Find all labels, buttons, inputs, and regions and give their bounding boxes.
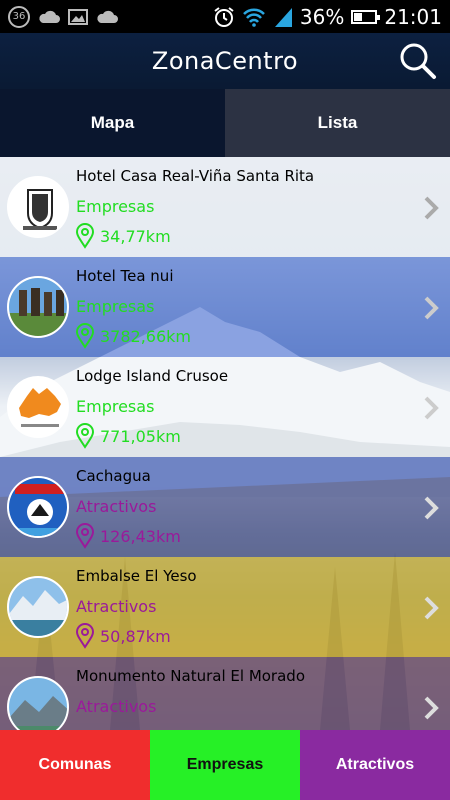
item-category: Empresas [76, 197, 155, 216]
chevron-right-icon [424, 696, 439, 720]
status-bar: 36 36% 21:01 [0, 0, 450, 33]
item-category: Atractivos [76, 497, 157, 516]
app-bar: ZonaCentro [0, 33, 450, 89]
location-pin-icon [76, 623, 94, 649]
list-item[interactable]: Cachagua Atractivos 126,43km [0, 457, 450, 557]
distance-value: 126,43km [100, 526, 181, 546]
item-category: Atractivos [76, 597, 157, 616]
item-category: Empresas [76, 397, 155, 416]
item-distance: 34,77km [76, 223, 171, 249]
item-category: Empresas [76, 297, 155, 316]
list-item[interactable]: Hotel Tea nui Empresas 3782,66km [0, 257, 450, 357]
distance-value: 34,77km [100, 226, 171, 246]
battery-icon [351, 9, 381, 24]
location-pin-icon [76, 423, 94, 449]
thumbnail [7, 276, 69, 338]
thumbnail [7, 376, 69, 438]
distance-value: 771,05km [100, 426, 181, 446]
cloud-icon [97, 10, 118, 23]
search-icon [400, 43, 436, 79]
location-pin-icon [76, 523, 94, 549]
item-name: Lodge Island Crusoe [76, 367, 229, 385]
status-bar-left: 36 [0, 5, 118, 28]
chevron-right-icon [424, 296, 439, 320]
status-bar-right: 36% 21:01 [213, 0, 442, 33]
location-pin-icon [76, 323, 94, 349]
view-tabs: Mapa Lista [0, 89, 450, 157]
list-item[interactable]: Hotel Casa Real-Viña Santa Rita Empresas… [0, 157, 450, 257]
chevron-right-icon [424, 196, 439, 220]
battery-percent: 36% [299, 4, 345, 29]
notification-count-badge: 36 [8, 5, 30, 28]
chevron-right-icon [424, 596, 439, 620]
empresas-button[interactable]: Empresas [150, 730, 300, 800]
thumbnail [7, 176, 69, 238]
comunas-button[interactable]: Comunas [0, 730, 150, 800]
signal-icon [274, 7, 292, 27]
item-name: Cachagua [76, 467, 151, 485]
item-distance: 126,43km [76, 523, 181, 549]
thumbnail [7, 676, 69, 730]
list-item[interactable]: Lodge Island Crusoe Empresas 771,05km [0, 357, 450, 457]
app-title: ZonaCentro [151, 47, 299, 75]
location-pin-icon [76, 223, 94, 249]
battery-fill [354, 12, 362, 21]
thumbnail [7, 476, 69, 538]
bottom-nav: Comunas Empresas Atractivos [0, 730, 450, 800]
list-item[interactable]: Embalse El Yeso Atractivos 50,87km [0, 557, 450, 657]
tab-lista[interactable]: Lista [225, 89, 450, 157]
image-icon [68, 8, 88, 25]
thumbnail [7, 576, 69, 638]
item-distance: 771,05km [76, 423, 181, 449]
cloud-icon [39, 10, 60, 23]
item-name: Monumento Natural El Morado [76, 667, 305, 685]
distance-value: 3782,66km [100, 326, 192, 346]
item-category: Atractivos [76, 697, 157, 716]
item-distance: 3782,66km [76, 323, 191, 349]
places-list[interactable]: Hotel Casa Real-Viña Santa Rita Empresas… [0, 157, 450, 730]
chevron-right-icon [424, 496, 439, 520]
item-distance: 50,87km [76, 623, 171, 649]
list-item[interactable]: Monumento Natural El Morado Atractivos [0, 657, 450, 730]
item-name: Hotel Casa Real-Viña Santa Rita [76, 167, 315, 185]
atractivos-button[interactable]: Atractivos [300, 730, 450, 800]
distance-value: 50,87km [100, 626, 171, 646]
item-name: Embalse El Yeso [76, 567, 197, 585]
item-name: Hotel Tea nui [76, 267, 174, 285]
tab-mapa[interactable]: Mapa [0, 89, 225, 157]
alarm-icon [214, 6, 234, 27]
chevron-right-icon [424, 396, 439, 420]
clock: 21:01 [384, 4, 442, 29]
wifi-icon [243, 8, 265, 27]
search-button[interactable] [396, 39, 440, 83]
